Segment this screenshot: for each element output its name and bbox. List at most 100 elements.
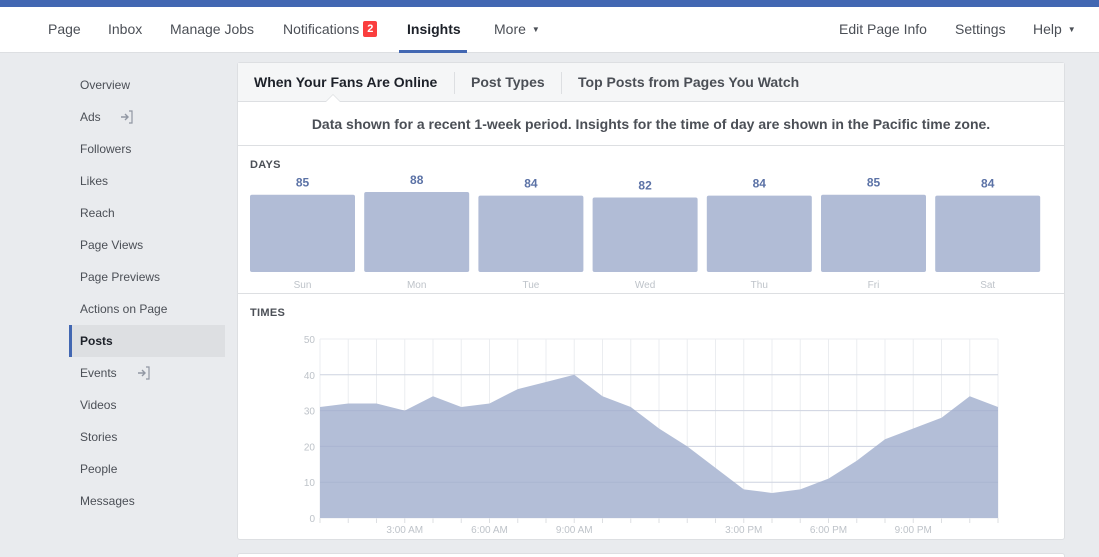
sidebar-item-label: Posts	[80, 334, 113, 348]
time-data-point[interactable]	[798, 487, 802, 491]
sidebar-item-overview[interactable]: Overview	[69, 69, 225, 101]
sidebar-item-people[interactable]: People	[69, 453, 225, 485]
day-bar[interactable]	[592, 197, 698, 272]
time-data-point[interactable]	[883, 437, 887, 441]
sidebar-item-page-previews[interactable]: Page Previews	[69, 261, 225, 293]
top-brand-bar	[0, 0, 1099, 7]
sidebar-item-label: Likes	[80, 174, 109, 188]
time-data-point[interactable]	[911, 427, 915, 431]
sidebar-item-messages[interactable]: Messages	[69, 485, 225, 517]
nav-insights[interactable]: Insights	[399, 7, 467, 53]
external-link-icon	[121, 110, 133, 124]
sidebar-item-likes[interactable]: Likes	[69, 165, 225, 197]
nav-manage-jobs-label: Manage Jobs	[170, 21, 255, 37]
day-bar[interactable]	[364, 192, 470, 272]
tab-divider	[454, 72, 455, 94]
time-data-point[interactable]	[601, 394, 605, 398]
notification-count-badge: 2	[363, 21, 378, 37]
day-bar[interactable]	[821, 194, 926, 272]
sidebar-item-label: Actions on Page	[80, 302, 168, 316]
time-data-point[interactable]	[968, 394, 972, 398]
nav-edit-page-info-label: Edit Page Info	[839, 21, 927, 37]
time-data-point[interactable]	[657, 427, 661, 431]
day-category-label: Tue	[522, 280, 539, 291]
sidebar-item-events[interactable]: Events	[69, 357, 225, 389]
sidebar-item-label: Ads	[80, 110, 101, 124]
y-tick-label: 40	[304, 371, 316, 382]
tab-label: When Your Fans Are Online	[254, 74, 438, 90]
sidebar-item-actions-on-page[interactable]: Actions on Page	[69, 293, 225, 325]
nav-help[interactable]: Help ▼	[1033, 7, 1076, 53]
tab-when-fans-online[interactable]: When Your Fans Are Online	[254, 63, 437, 102]
nav-settings[interactable]: Settings	[955, 7, 1006, 53]
day-bar[interactable]	[250, 194, 355, 272]
time-data-point[interactable]	[629, 405, 633, 409]
time-data-point[interactable]	[996, 405, 1000, 409]
time-data-point[interactable]	[318, 405, 322, 409]
time-data-point[interactable]	[459, 405, 463, 409]
time-data-point[interactable]	[714, 466, 718, 470]
nav-insights-label: Insights	[407, 21, 461, 37]
caret-down-icon: ▼	[1067, 25, 1076, 34]
time-data-point[interactable]	[770, 491, 774, 495]
tab-post-types[interactable]: Post Types	[471, 63, 545, 102]
nav-edit-page-info[interactable]: Edit Page Info	[839, 7, 927, 53]
day-value-label: 84	[753, 177, 767, 191]
sidebar-item-ads[interactable]: Ads	[69, 101, 225, 133]
day-bar[interactable]	[935, 195, 1041, 272]
day-category-label: Wed	[635, 280, 655, 291]
nav-notifications[interactable]: Notifications 2	[283, 7, 378, 53]
nav-more[interactable]: More ▼	[494, 7, 540, 53]
sidebar-item-label: Page Views	[80, 238, 144, 252]
time-data-point[interactable]	[375, 401, 379, 405]
page-nav-bar: Page Inbox Manage Jobs Notifications 2 In…	[0, 7, 1099, 53]
posts-tabs: When Your Fans Are Online Post Types Top…	[238, 63, 1064, 102]
time-data-point[interactable]	[488, 401, 492, 405]
day-bar[interactable]	[478, 195, 584, 272]
sidebar-item-label: Events	[80, 366, 117, 380]
time-data-point[interactable]	[827, 477, 831, 481]
x-tick-label: 3:00 AM	[386, 525, 423, 536]
sidebar-item-label: Overview	[80, 78, 131, 92]
y-tick-label: 0	[309, 514, 315, 525]
sidebar-item-followers[interactable]: Followers	[69, 133, 225, 165]
time-data-point[interactable]	[572, 373, 576, 377]
nav-settings-label: Settings	[955, 21, 1006, 37]
caret-down-icon: ▼	[531, 25, 540, 34]
nav-more-label: More	[494, 21, 526, 37]
time-data-point[interactable]	[742, 487, 746, 491]
tab-divider	[561, 72, 562, 94]
time-data-point[interactable]	[346, 401, 350, 405]
nav-help-label: Help	[1033, 21, 1062, 37]
nav-manage-jobs[interactable]: Manage Jobs	[170, 7, 254, 53]
days-bar-chart: 85 Sun 88 Mon 84 Tue 82 Wed 84 Thu 85 Fri 84 Sat	[250, 173, 1041, 291]
time-data-point[interactable]	[685, 444, 689, 448]
x-tick-label: 9:00 PM	[895, 525, 932, 536]
y-tick-label: 50	[304, 335, 316, 346]
day-category-label: Sun	[294, 280, 312, 291]
time-data-point[interactable]	[855, 459, 859, 463]
nav-page[interactable]: Page	[48, 7, 81, 53]
x-tick-label: 6:00 AM	[471, 525, 508, 536]
sidebar-item-page-views[interactable]: Page Views	[69, 229, 225, 261]
day-value-label: 88	[410, 173, 424, 187]
time-data-point[interactable]	[431, 394, 435, 398]
time-data-point[interactable]	[940, 416, 944, 420]
sidebar-item-videos[interactable]: Videos	[69, 389, 225, 421]
times-area-chart: 0 10 20 30 40 50 3:00 AM 6:00 AM 9:00 AM 3:00 PM 6…	[304, 335, 1000, 536]
sidebar-item-label: Followers	[80, 142, 132, 156]
sidebar-item-label: Reach	[80, 206, 115, 220]
sidebar-item-label: Messages	[80, 494, 135, 508]
sidebar-item-reach[interactable]: Reach	[69, 197, 225, 229]
tab-top-posts[interactable]: Top Posts from Pages You Watch	[578, 63, 799, 102]
day-bar[interactable]	[706, 195, 812, 272]
sidebar-item-posts[interactable]: Posts	[69, 325, 225, 357]
tab-label: Top Posts from Pages You Watch	[578, 74, 800, 90]
day-value-label: 85	[296, 176, 310, 190]
time-data-point[interactable]	[516, 387, 520, 391]
time-data-point[interactable]	[544, 380, 548, 384]
sidebar-item-stories[interactable]: Stories	[69, 421, 225, 453]
nav-inbox[interactable]: Inbox	[108, 7, 142, 53]
time-data-point[interactable]	[403, 409, 407, 413]
y-tick-label: 20	[304, 442, 316, 453]
